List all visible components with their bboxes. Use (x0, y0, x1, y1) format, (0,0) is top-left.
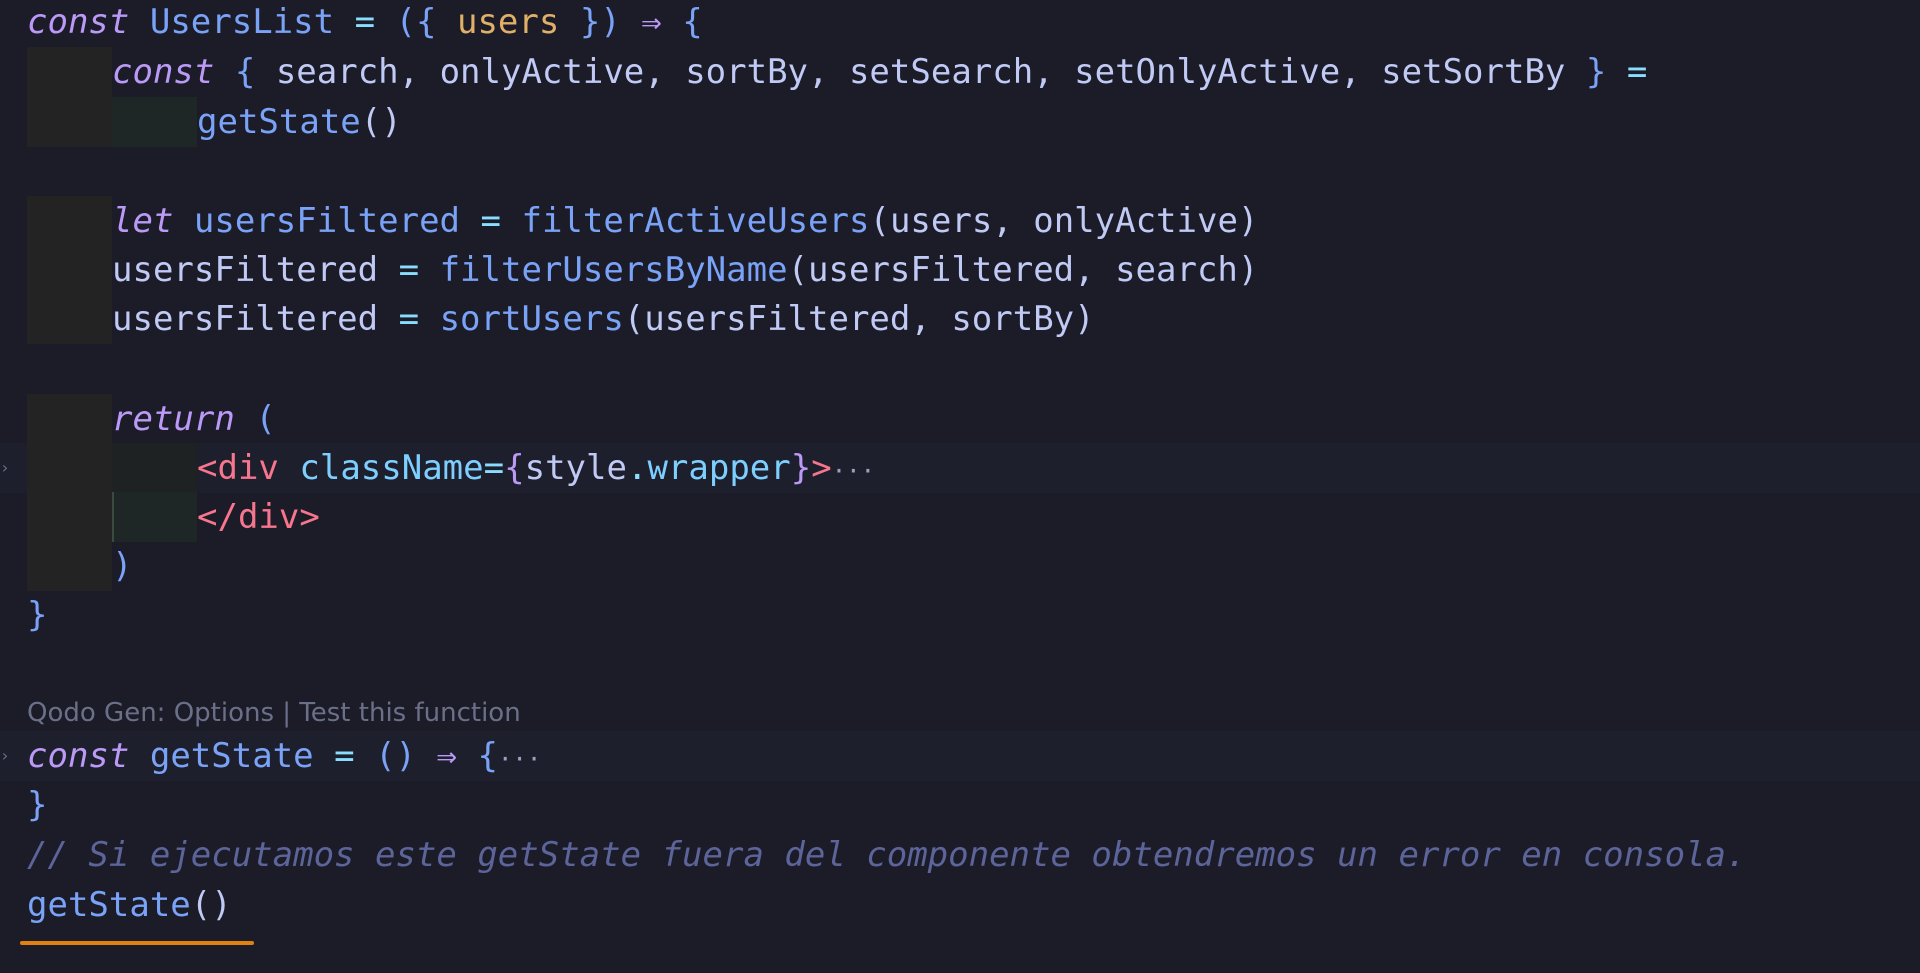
code-line-15[interactable]: › const getState = () ⇒ {··· (0, 731, 1920, 781)
keyword: const (27, 2, 130, 42)
function-call: filterUsersByName (439, 250, 788, 290)
identifier: usersFiltered (193, 201, 461, 241)
punctuation: { (682, 2, 703, 42)
keyword: const (27, 736, 130, 776)
code-line-2[interactable]: const { search, onlyActive, sortBy, setS… (0, 47, 1920, 97)
arrow-operator: ⇒ (436, 736, 457, 776)
identifier: usersFiltered (112, 250, 379, 290)
operator: = (1626, 52, 1648, 92)
keyword: let (112, 201, 174, 241)
arguments: (users, onlyActive) (869, 201, 1259, 241)
indent-guide (27, 541, 112, 591)
punctuation: { (234, 52, 256, 92)
punctuation: ) (112, 546, 133, 586)
indent-guide (27, 196, 112, 246)
punctuation: } (27, 785, 48, 825)
operator: = (334, 736, 355, 776)
code-line-3[interactable]: getState() (0, 97, 1920, 147)
operator: = (354, 2, 376, 42)
indent-guide (27, 492, 112, 542)
code-line-1[interactable]: const UsersList = ({ users }) ⇒ { (0, 0, 1920, 47)
code-line-12[interactable]: ) (0, 541, 1920, 591)
property: wrapper (647, 448, 791, 488)
identifier: style (524, 448, 627, 488)
code-line-6[interactable]: usersFiltered = filterUsersByName(usersF… (0, 245, 1920, 295)
code-line-18[interactable]: getState() (0, 880, 1920, 930)
indent-guide (27, 294, 112, 344)
keyword: return (112, 399, 235, 439)
function-call: getState (27, 885, 191, 925)
folded-ellipsis[interactable]: ··· (832, 457, 875, 485)
punctuation: ( (255, 399, 276, 439)
operator: = (398, 299, 420, 339)
operator: = (398, 250, 420, 290)
tag-bracket: < (197, 448, 218, 488)
punctuation: { (477, 736, 498, 776)
code-line-16[interactable]: } (0, 780, 1920, 830)
indent-guide (27, 245, 112, 295)
code-line-9[interactable]: return ( (0, 394, 1920, 444)
identifier: UsersList (149, 2, 335, 42)
indent-guide (112, 492, 197, 542)
function-call: sortUsers (439, 299, 624, 339)
code-line-10[interactable]: › <div className={style.wrapper}>··· (0, 443, 1920, 493)
punctuation: () (375, 736, 417, 776)
punctuation: ({ (395, 2, 437, 42)
keyword: const (112, 52, 215, 92)
punctuation: () (190, 885, 232, 925)
code-line-8[interactable] (0, 344, 1920, 394)
indent-guide (112, 443, 197, 493)
punctuation: } (1585, 52, 1607, 92)
indent-guide (27, 47, 112, 97)
indent-guide (27, 443, 112, 493)
punctuation: . (626, 448, 648, 488)
identifier: getState (149, 736, 314, 776)
jsx-tag: div (217, 448, 279, 488)
tag-bracket: > (811, 448, 832, 488)
code-line-17[interactable]: // Si ejecutamos este getState fuera del… (0, 830, 1920, 880)
punctuation: } (27, 595, 48, 635)
arrow-operator: ⇒ (641, 2, 662, 42)
identifier: usersFiltered (112, 299, 379, 339)
operator: = (480, 201, 501, 241)
warning-underline (20, 941, 254, 945)
indent-guide (112, 97, 197, 147)
code-editor[interactable]: const UsersList = ({ users }) ⇒ { const … (0, 0, 1920, 973)
indent-guide (27, 97, 112, 147)
operator: = (483, 448, 505, 488)
destructured-vars: search, onlyActive, sortBy, setSearch, s… (275, 52, 1566, 92)
arguments: (usersFiltered, sortBy) (623, 299, 1095, 339)
fold-chevron-icon[interactable]: › (0, 443, 10, 493)
parameter: users (456, 2, 560, 42)
punctuation: () (360, 102, 402, 142)
code-line-5[interactable]: let usersFiltered = filterActiveUsers(us… (0, 196, 1920, 246)
code-line-7[interactable]: usersFiltered = sortUsers(usersFiltered,… (0, 294, 1920, 344)
codelens-qodo[interactable]: Qodo Gen: Options | Test this function (27, 693, 521, 733)
indent-guide (27, 394, 112, 444)
punctuation: }) (579, 2, 621, 42)
punctuation: } (790, 448, 812, 488)
jsx-closing-tag: </div> (197, 497, 320, 537)
jsx-attribute: className (299, 448, 484, 488)
comment: // Si ejecutamos este getState fuera del… (27, 835, 1747, 875)
code-line-13[interactable]: } (0, 590, 1920, 640)
folded-ellipsis[interactable]: ··· (498, 745, 541, 773)
code-line-11[interactable]: </div> (0, 492, 1920, 542)
function-call: filterActiveUsers (521, 201, 870, 241)
function-call: getState (197, 102, 361, 142)
fold-chevron-icon[interactable]: › (0, 731, 10, 781)
arguments: (usersFiltered, search) (787, 250, 1259, 290)
code-line-4[interactable] (0, 147, 1920, 197)
punctuation: { (504, 448, 525, 488)
